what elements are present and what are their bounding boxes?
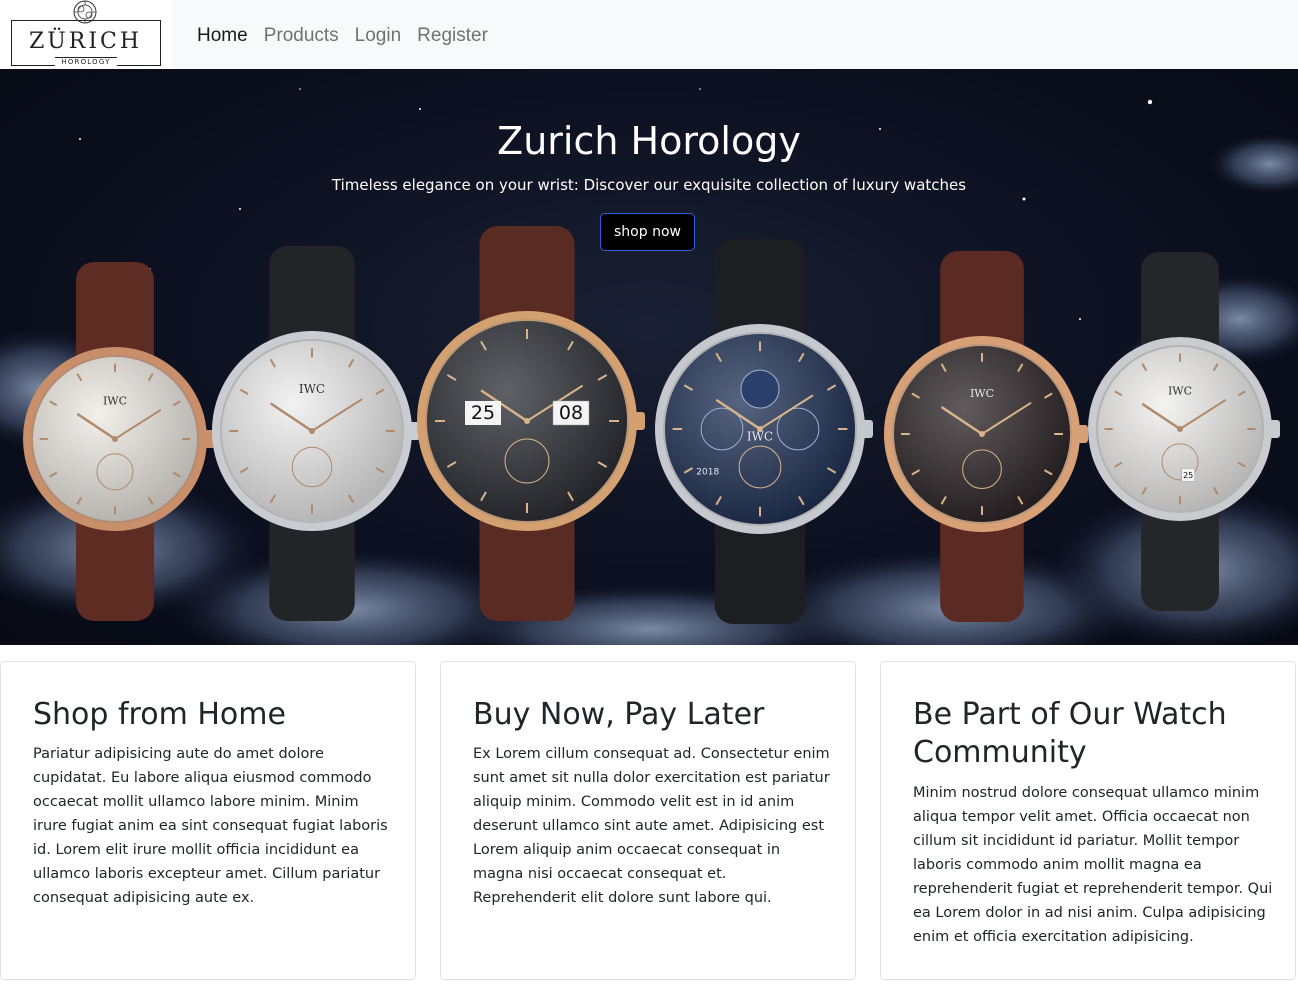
logo-frame: ZÜRICH HOROLOGY xyxy=(11,20,161,67)
nav-register[interactable]: Register xyxy=(417,24,488,48)
watch-brand-label: IWC xyxy=(299,382,325,396)
brand-logo[interactable]: ZÜRICH HOROLOGY xyxy=(0,0,172,69)
feature-card-buy-now-pay-later: Buy Now, Pay Later Ex Lorem cillum conse… xyxy=(440,661,856,980)
watch-brand-label: IWC xyxy=(970,387,994,400)
nav-login[interactable]: Login xyxy=(355,24,402,48)
hero-subtitle: Timeless elegance on your wrist: Discove… xyxy=(331,176,967,194)
watch-crown xyxy=(1268,420,1280,438)
watch-brand-label: IWC xyxy=(103,395,127,408)
nav-links: Home Products Login Register xyxy=(197,24,488,48)
watch-brand-label: IWC xyxy=(747,429,773,443)
watch-date-left: 25 xyxy=(471,402,495,424)
card-title: Buy Now, Pay Later xyxy=(473,697,765,732)
navbar: ZÜRICH HOROLOGY Home Products Login Regi… xyxy=(0,0,1298,69)
shop-now-button[interactable]: shop now xyxy=(600,213,695,251)
card-title: Shop from Home xyxy=(33,697,286,732)
card-text: Pariatur adipisicing aute do amet dolore… xyxy=(33,746,388,906)
logo-subtitle: HOROLOGY xyxy=(61,58,111,66)
watch-brand-label: IWC xyxy=(1168,385,1192,398)
feature-card-shop-from-home: Shop from Home Pariatur adipisicing aute… xyxy=(0,661,416,980)
nav-home[interactable]: Home xyxy=(197,24,248,48)
watch-year: 2018 xyxy=(696,468,719,478)
card-text: Ex Lorem cillum consequat ad. Consectetu… xyxy=(473,746,830,906)
card-text: Minim nostrud dolore consequat ullamco m… xyxy=(913,785,1273,945)
feature-card-watch-community: Be Part of Our Watch Community Minim nos… xyxy=(880,661,1296,980)
hero-title: Zurich Horology xyxy=(497,119,801,163)
watch-date-right: 08 xyxy=(559,402,583,424)
watch-date-right: 25 xyxy=(1183,471,1193,480)
logo-wordmark: ZÜRICH xyxy=(28,29,143,54)
hero-banner: IWC IWC 25 08 IWC 2018 IWC IWC 25 Zurich Horolog… xyxy=(0,69,1298,645)
logo-subtitle-wrap: HOROLOGY xyxy=(55,57,117,67)
watch-crown xyxy=(861,420,873,438)
watch-crown xyxy=(1076,425,1088,443)
watch-crown xyxy=(633,412,645,430)
card-title: Be Part of Our Watch Community xyxy=(913,697,1227,770)
nav-products[interactable]: Products xyxy=(264,24,339,48)
